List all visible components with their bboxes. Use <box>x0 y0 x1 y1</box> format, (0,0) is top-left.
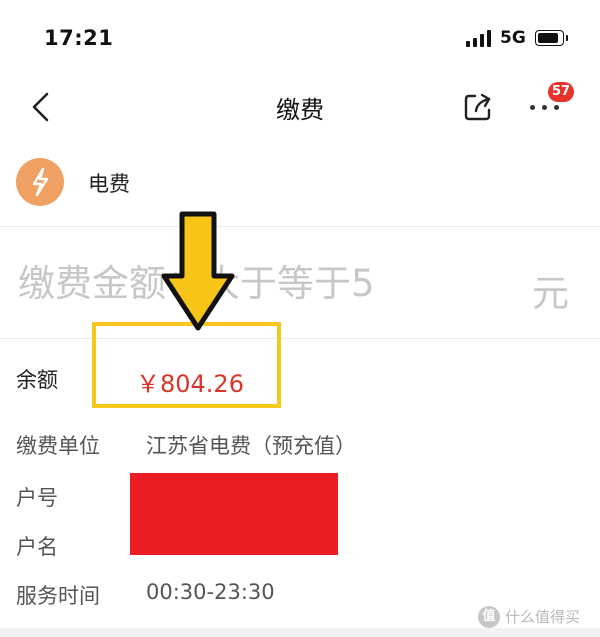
divider <box>0 338 600 339</box>
more-dots-icon <box>530 105 535 110</box>
billing-unit-value: 江苏省电费（预充值） <box>146 434 356 458</box>
biller-name: 电费 <box>88 172 130 196</box>
bottom-strip <box>0 628 600 637</box>
watermark-logo: 值 <box>478 606 500 628</box>
redaction-block <box>130 473 338 555</box>
service-hours-value: 00:30-23:30 <box>146 580 275 604</box>
service-hours-label: 服务时间 <box>16 584 100 608</box>
battery-icon <box>535 30 568 46</box>
highlight-annotation-box <box>92 322 281 408</box>
network-type: 5G <box>500 28 526 48</box>
account-number-label: 户号 <box>16 486 58 510</box>
share-icon <box>464 93 491 121</box>
account-name-label: 户名 <box>16 535 58 559</box>
billing-unit-label: 缴费单位 <box>16 434 100 458</box>
divider <box>0 226 600 227</box>
status-time: 17:21 <box>44 26 114 50</box>
share-button[interactable] <box>462 91 494 123</box>
page-title: 缴费 <box>276 96 324 124</box>
watermark-text: 什么值得买 <box>505 608 581 626</box>
signal-strength-icon <box>466 29 494 47</box>
balance-label: 余额 <box>16 368 58 392</box>
down-arrow-annotation-icon <box>160 210 236 332</box>
lightning-bolt-icon <box>16 158 64 206</box>
payment-amount-input[interactable] <box>0 228 600 338</box>
notification-badge: 57 <box>548 82 575 102</box>
currency-unit: 元 <box>532 272 569 315</box>
